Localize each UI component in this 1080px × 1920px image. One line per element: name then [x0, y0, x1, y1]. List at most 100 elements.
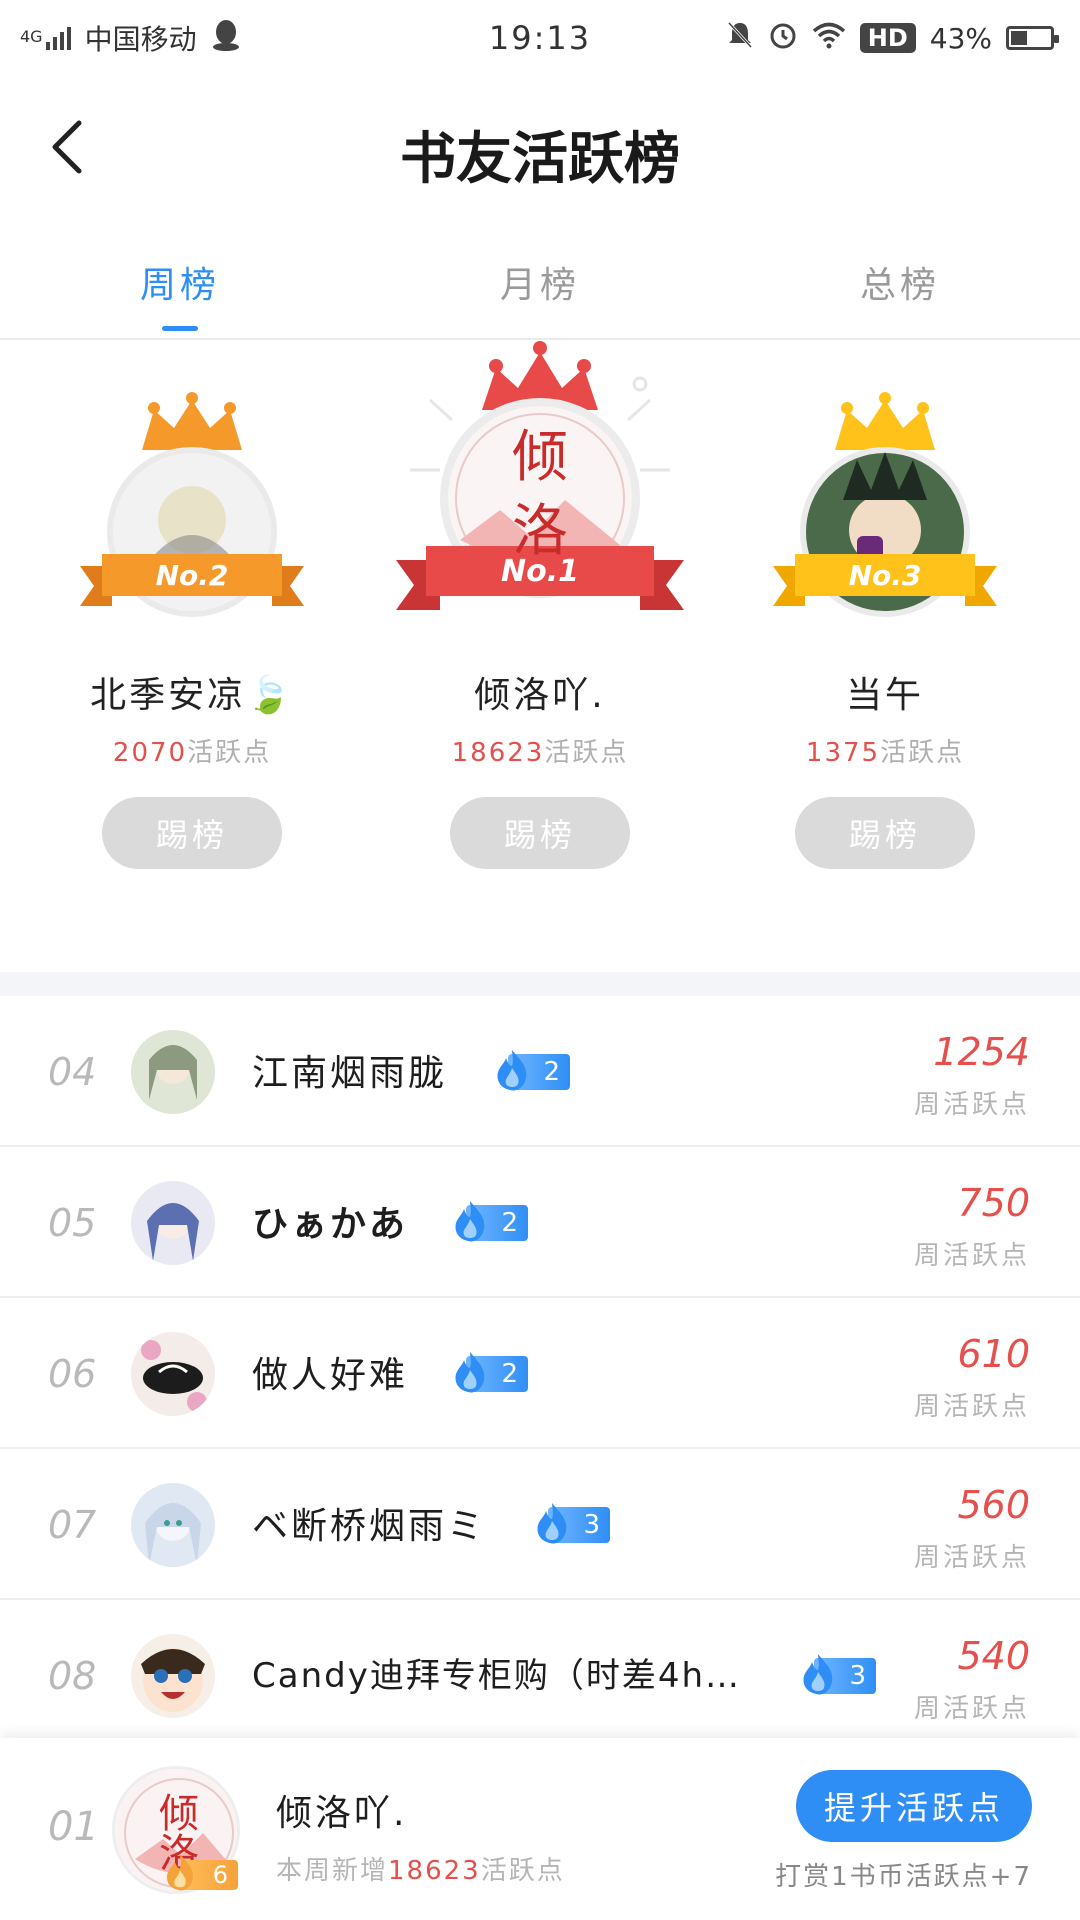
user-name: 做人好难: [252, 1355, 409, 1396]
points-unit: 活跃点: [880, 738, 965, 768]
rank-number: 05: [48, 1201, 97, 1245]
tab-label: 月榜: [499, 265, 580, 306]
flame-icon: [497, 1050, 527, 1091]
rank-label: No.2: [155, 558, 229, 592]
level-badge: 2: [492, 1050, 570, 1091]
signal-icon: 4G: [20, 26, 71, 50]
rank-number: 07: [48, 1503, 97, 1547]
my-name: 倾洛吖.: [276, 1793, 408, 1834]
tab-total[interactable]: 总榜: [720, 226, 1080, 338]
boost-note: 打赏1书币活跃点+7: [775, 1862, 1032, 1892]
page-title: 书友活跃榜: [400, 126, 680, 192]
avatar: [131, 1634, 215, 1718]
header: 书友活跃榜: [0, 76, 1080, 226]
calligraphy-char: 倾: [512, 425, 568, 490]
boost-points-button[interactable]: 提升活跃点: [796, 1770, 1032, 1842]
points-value: 1375: [805, 738, 881, 768]
hd-badge: HD: [859, 23, 916, 53]
rank-label: No.1: [501, 553, 579, 589]
podium-first: 倾洛 No.1 倾洛吖. 18623活跃点 踢榜: [390, 340, 690, 869]
network-type: 4G: [20, 26, 43, 46]
score-value: 560: [957, 1483, 1030, 1527]
rank-number: 06: [48, 1352, 97, 1396]
rank-list: 04 江南烟雨胧 2 1254 周活跃点 05 ひぁかあ 2 750 周活跃点 …: [0, 996, 1080, 1751]
sub-points: 18623: [388, 1856, 481, 1886]
podium: No.2 北季安凉🍃 2070活跃点 踢榜 倾 洛 No.1 倾洛吖. 1862…: [0, 340, 1080, 972]
alarm-clock-icon: [768, 20, 798, 57]
kick-button[interactable]: 踢榜: [102, 797, 282, 869]
status-right: HD 43%: [726, 20, 1059, 57]
level-number: 3: [583, 1510, 600, 1540]
tab-label: 总榜: [859, 265, 940, 306]
podium-third: No.3 当午 1375活跃点 踢榜: [735, 340, 1035, 869]
flame-icon: [166, 1854, 193, 1891]
status-left: 4G 中国移动: [20, 18, 241, 58]
level-badge: 2: [450, 1201, 528, 1242]
score-unit: 周活跃点: [913, 1241, 1030, 1271]
score-unit: 周活跃点: [913, 1543, 1030, 1573]
flame-icon: [537, 1503, 567, 1544]
tab-label: 周榜: [139, 265, 220, 306]
carrier-name: 中国移动: [84, 23, 197, 56]
rank-label: No.3: [848, 558, 922, 592]
level-number: 6: [212, 1861, 228, 1889]
level-number: 2: [543, 1057, 560, 1087]
user-name: Candy迪拜专柜购（时差4h…: [252, 1656, 742, 1696]
list-item[interactable]: 06 做人好难 2 610 周活跃点: [0, 1298, 1080, 1449]
list-item[interactable]: 05 ひぁかあ 2 750 周活跃点: [0, 1147, 1080, 1298]
rank-emblem-first: 倾洛 No.1: [390, 340, 690, 680]
list-item[interactable]: 08 Candy迪拜专柜购（时差4h… 3 540 周活跃点: [0, 1600, 1080, 1751]
my-rank-bar: 01 倾洛 6 倾洛吖. 本周新增18623活跃点 提升活跃点 打赏1书币活跃点…: [0, 1738, 1080, 1920]
rank-emblem-third: No.3: [765, 340, 1005, 680]
wifi-icon: [812, 21, 846, 56]
my-weekly-points: 本周新增18623活跃点: [276, 1850, 565, 1887]
user-name: ひぁかあ: [252, 1204, 409, 1245]
score-value: 750: [957, 1181, 1030, 1225]
podium-points: 2070活跃点: [113, 732, 271, 769]
avatar: [131, 1030, 215, 1114]
rank-number: 04: [48, 1050, 97, 1094]
score-value: 540: [957, 1634, 1030, 1678]
podium-second: No.2 北季安凉🍃 2070活跃点 踢榜: [42, 340, 342, 869]
level-number: 2: [501, 1208, 518, 1238]
avatar: [131, 1483, 215, 1567]
podium-points: 1375活跃点: [806, 732, 964, 769]
points-value: 18623: [451, 738, 545, 768]
mute-bell-icon: [726, 20, 754, 57]
points-unit: 活跃点: [187, 738, 272, 768]
score-value: 1254: [933, 1030, 1030, 1074]
rank-emblem-second: No.2: [72, 340, 312, 680]
flame-icon: [455, 1352, 485, 1393]
avatar: [131, 1181, 215, 1265]
score-value: 610: [957, 1332, 1030, 1376]
kick-button[interactable]: 踢榜: [450, 797, 630, 869]
list-item[interactable]: 04 江南烟雨胧 2 1254 周活跃点: [0, 996, 1080, 1147]
score-unit: 周活跃点: [913, 1694, 1030, 1724]
crown-icon: [835, 392, 935, 450]
flame-icon: [803, 1654, 833, 1695]
score-unit: 周活跃点: [913, 1090, 1030, 1120]
crown-icon: [142, 392, 242, 450]
level-badge: 6: [166, 1854, 238, 1891]
kick-button[interactable]: 踢榜: [795, 797, 975, 869]
tab-indicator: [162, 326, 198, 331]
qq-icon: [211, 19, 241, 58]
tab-monthly[interactable]: 月榜: [360, 226, 720, 338]
level-number: 2: [501, 1359, 518, 1389]
level-badge: 3: [532, 1503, 610, 1544]
podium-points: 18623活跃点: [452, 732, 629, 769]
battery-percent: 43%: [929, 21, 992, 55]
level-badge: 3: [798, 1654, 876, 1695]
avatar: [131, 1332, 215, 1416]
list-item[interactable]: 07 ベ断桥烟雨ミ 3 560 周活跃点: [0, 1449, 1080, 1600]
tab-bar: 周榜 月榜 总榜: [0, 226, 1080, 340]
flame-icon: [455, 1201, 485, 1242]
sub-unit: 活跃点: [480, 1856, 565, 1886]
points-value: 2070: [112, 738, 188, 768]
level-badge: 2: [450, 1352, 528, 1393]
sub-prefix: 本周新增: [276, 1856, 389, 1886]
user-name: 江南烟雨胧: [252, 1053, 448, 1094]
score-unit: 周活跃点: [913, 1392, 1030, 1422]
points-unit: 活跃点: [544, 738, 629, 768]
tab-weekly[interactable]: 周榜: [0, 226, 360, 338]
